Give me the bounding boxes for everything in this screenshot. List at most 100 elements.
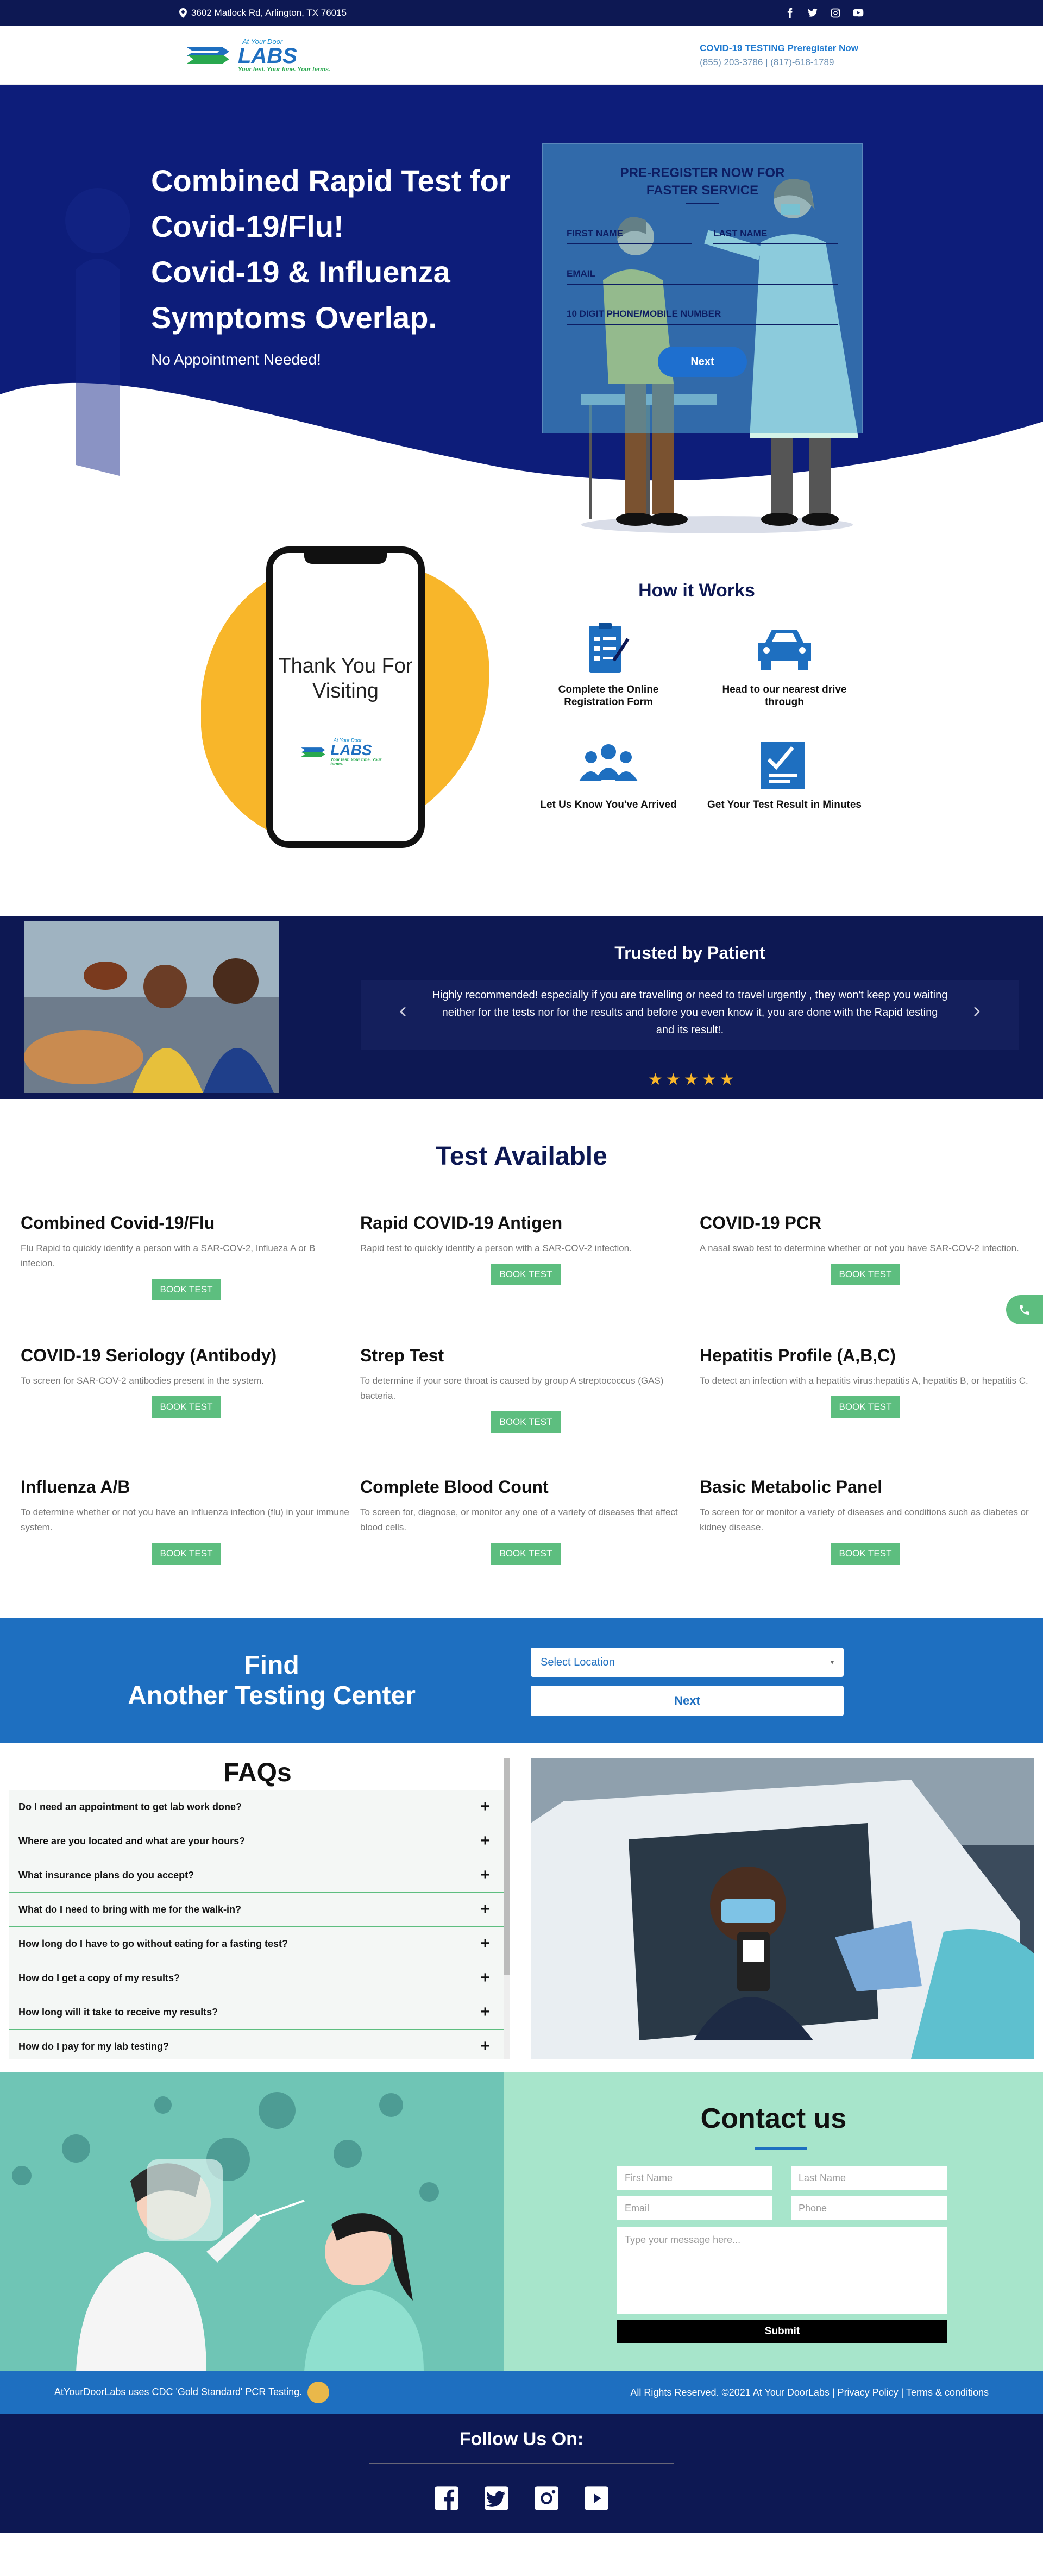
hero-section: Combined Rapid Test for Covid-19/Flu! Co… [0, 85, 1043, 574]
facebook-icon[interactable] [432, 2484, 461, 2512]
faq-item[interactable]: How do I get a copy of my results? + [9, 1961, 506, 1995]
top-social [784, 8, 864, 18]
faq-item[interactable]: How do I pay for my lab testing? + [9, 2030, 506, 2059]
star-rating: ★ ★ ★ ★ ★ [648, 1070, 734, 1089]
faq-item[interactable]: Where are you located and what are your … [9, 1824, 506, 1858]
follow-divider [369, 2463, 674, 2464]
faq-item[interactable]: What do I need to bring with me for the … [9, 1893, 506, 1927]
find-center-section: Find Another Testing Center Select Locat… [0, 1618, 1043, 1743]
book-test-button[interactable]: BOOK TEST [152, 1543, 221, 1565]
swab-test-illustration [0, 2072, 504, 2371]
phone-icon [1020, 1305, 1029, 1315]
logo-big-text: LABS [330, 742, 372, 759]
faq-question: How do I pay for my lab testing? [18, 2040, 169, 2052]
step-label: Get Your Test Result in Minutes [707, 799, 862, 811]
faq-question: Where are you located and what are your … [18, 1835, 246, 1846]
book-test-button[interactable]: BOOK TEST [491, 1543, 561, 1565]
faq-item[interactable]: What insurance plans do you accept? + [9, 1858, 506, 1893]
first-name-field[interactable]: FIRST NAME [567, 214, 692, 244]
footer-right[interactable]: All Rights Reserved. ©2021 At Your DoorL… [630, 2387, 989, 2398]
phone-numbers[interactable]: (855) 203-3786 | (817)-618-1789 [700, 57, 858, 68]
find-next-button[interactable]: Next [531, 1686, 844, 1716]
book-test-button[interactable]: BOOK TEST [491, 1411, 561, 1433]
instagram-icon[interactable] [532, 2484, 561, 2512]
form-next-button[interactable]: Next [658, 347, 747, 377]
test-card: Combined Covid-19/Flu Flu Rapid to quickl… [21, 1213, 352, 1300]
faq-question: How long do I have to go without eating … [18, 1938, 288, 1949]
step-label: Let Us Know You've Arrived [540, 799, 677, 811]
last-name-field[interactable]: LAST NAME [713, 214, 838, 244]
test-name: COVID-19 PCR [700, 1213, 822, 1233]
contact-title-underline [755, 2147, 807, 2150]
form-icon [589, 623, 630, 673]
email-field[interactable]: EMAIL [567, 254, 838, 285]
contact-message-input[interactable]: Type your message here... [617, 2227, 947, 2314]
next-arrow-icon[interactable]: › [973, 1000, 981, 1021]
group-icon [579, 744, 638, 781]
plus-icon: + [480, 1900, 490, 1918]
tests-title: Test Available [436, 1142, 607, 1171]
book-test-button[interactable]: BOOK TEST [491, 1264, 561, 1285]
how-it-works-section: Thank You For Visiting At Your Door LABS… [0, 546, 1043, 916]
twitter-icon[interactable] [807, 8, 818, 18]
test-card: Basic Metabolic Panel To screen for or mo… [700, 1477, 1031, 1565]
faq-item[interactable]: Do I need an appointment to get lab work… [9, 1790, 506, 1824]
book-test-button[interactable]: BOOK TEST [831, 1264, 900, 1285]
hero-title-line: Covid-19 & Influenza [151, 255, 450, 289]
faq-scrollbar[interactable] [504, 1758, 510, 2059]
address-text: 3602 Matlock Rd, Arlington, TX 76015 [191, 8, 347, 18]
test-card: Influenza A/B To determine whether or not… [21, 1477, 352, 1565]
test-card: Complete Blood Count To screen for, diagn… [360, 1477, 692, 1565]
phone-notch [304, 552, 387, 564]
test-card: Hepatitis Profile (A,B,C) To detect an in… [700, 1346, 1031, 1418]
footer-left: AtYourDoorLabs uses CDC 'Gold Standard' … [54, 2382, 330, 2403]
contact-form: Contact us First Name Last Name Email Ph… [504, 2072, 1043, 2371]
site-header: At Your Door LABS Your test. Your time. … [0, 26, 1043, 85]
test-desc: To screen for SAR-COV-2 antibodies prese… [21, 1375, 264, 1386]
faq-question: What insurance plans do you accept? [18, 1869, 194, 1881]
youtube-icon[interactable] [853, 8, 864, 18]
footer-bar: AtYourDoorLabs uses CDC 'Gold Standard' … [0, 2371, 1043, 2414]
contact-submit-button[interactable]: Submit [617, 2320, 947, 2343]
plus-icon: + [480, 2003, 490, 2021]
find-title-line2: Another Testing Center [128, 1681, 416, 1710]
star-icon: ★ [719, 1071, 734, 1089]
contact-email-input[interactable]: Email [617, 2196, 772, 2220]
book-test-button[interactable]: BOOK TEST [831, 1543, 900, 1565]
facebook-icon[interactable] [784, 8, 795, 18]
book-test-button[interactable]: BOOK TEST [152, 1396, 221, 1418]
find-title-line1: Find [244, 1651, 299, 1680]
star-icon: ★ [665, 1071, 681, 1089]
site-logo[interactable]: At Your Door LABS Your test. Your time. … [185, 38, 330, 73]
twitter-icon[interactable] [482, 2484, 511, 2512]
test-name: Complete Blood Count [360, 1477, 549, 1497]
follow-icons [0, 2484, 1043, 2512]
test-desc: Flu Rapid to quickly identify a person w… [21, 1243, 316, 1268]
youtube-icon[interactable] [582, 2484, 611, 2512]
book-test-button[interactable]: BOOK TEST [152, 1279, 221, 1300]
contact-phone-input[interactable]: Phone [791, 2196, 947, 2220]
faq-question: How do I get a copy of my results? [18, 1972, 180, 1983]
faq-title: FAQs [223, 1758, 292, 1787]
prev-arrow-icon[interactable]: ‹ [399, 1000, 406, 1021]
book-test-button[interactable]: BOOK TEST [831, 1396, 900, 1418]
testimonial-title: Trusted by Patient [614, 943, 765, 963]
instagram-icon[interactable] [830, 8, 841, 18]
phone-field[interactable]: 10 DIGIT PHONE/MOBILE NUMBER [567, 294, 838, 325]
call-button[interactable] [1006, 1295, 1043, 1324]
faq-item[interactable]: How long do I have to go without eating … [9, 1927, 506, 1961]
location-select[interactable]: Select Location ▾ [531, 1648, 844, 1677]
faq-scroll-thumb[interactable] [504, 1758, 510, 1975]
logo-tagline: Your test. Your time. Your terms. [238, 66, 331, 73]
test-card: Rapid COVID-19 Antigen Rapid test to quic… [360, 1213, 692, 1285]
phone-text: Thank You For Visiting [273, 654, 418, 703]
preregister-link[interactable]: COVID-19 TESTING Preregister Now [700, 43, 858, 54]
contact-first-name-input[interactable]: First Name [617, 2166, 772, 2190]
car-icon [758, 630, 811, 670]
step-label: Head to our nearest drive through [722, 684, 847, 708]
step-arrived: Let Us Know You've Arrived [527, 737, 690, 811]
faq-item[interactable]: How long will it take to receive my resu… [9, 1995, 506, 2030]
star-icon: ★ [701, 1071, 717, 1089]
location-pin-icon [179, 8, 187, 18]
contact-last-name-input[interactable]: Last Name [791, 2166, 947, 2190]
